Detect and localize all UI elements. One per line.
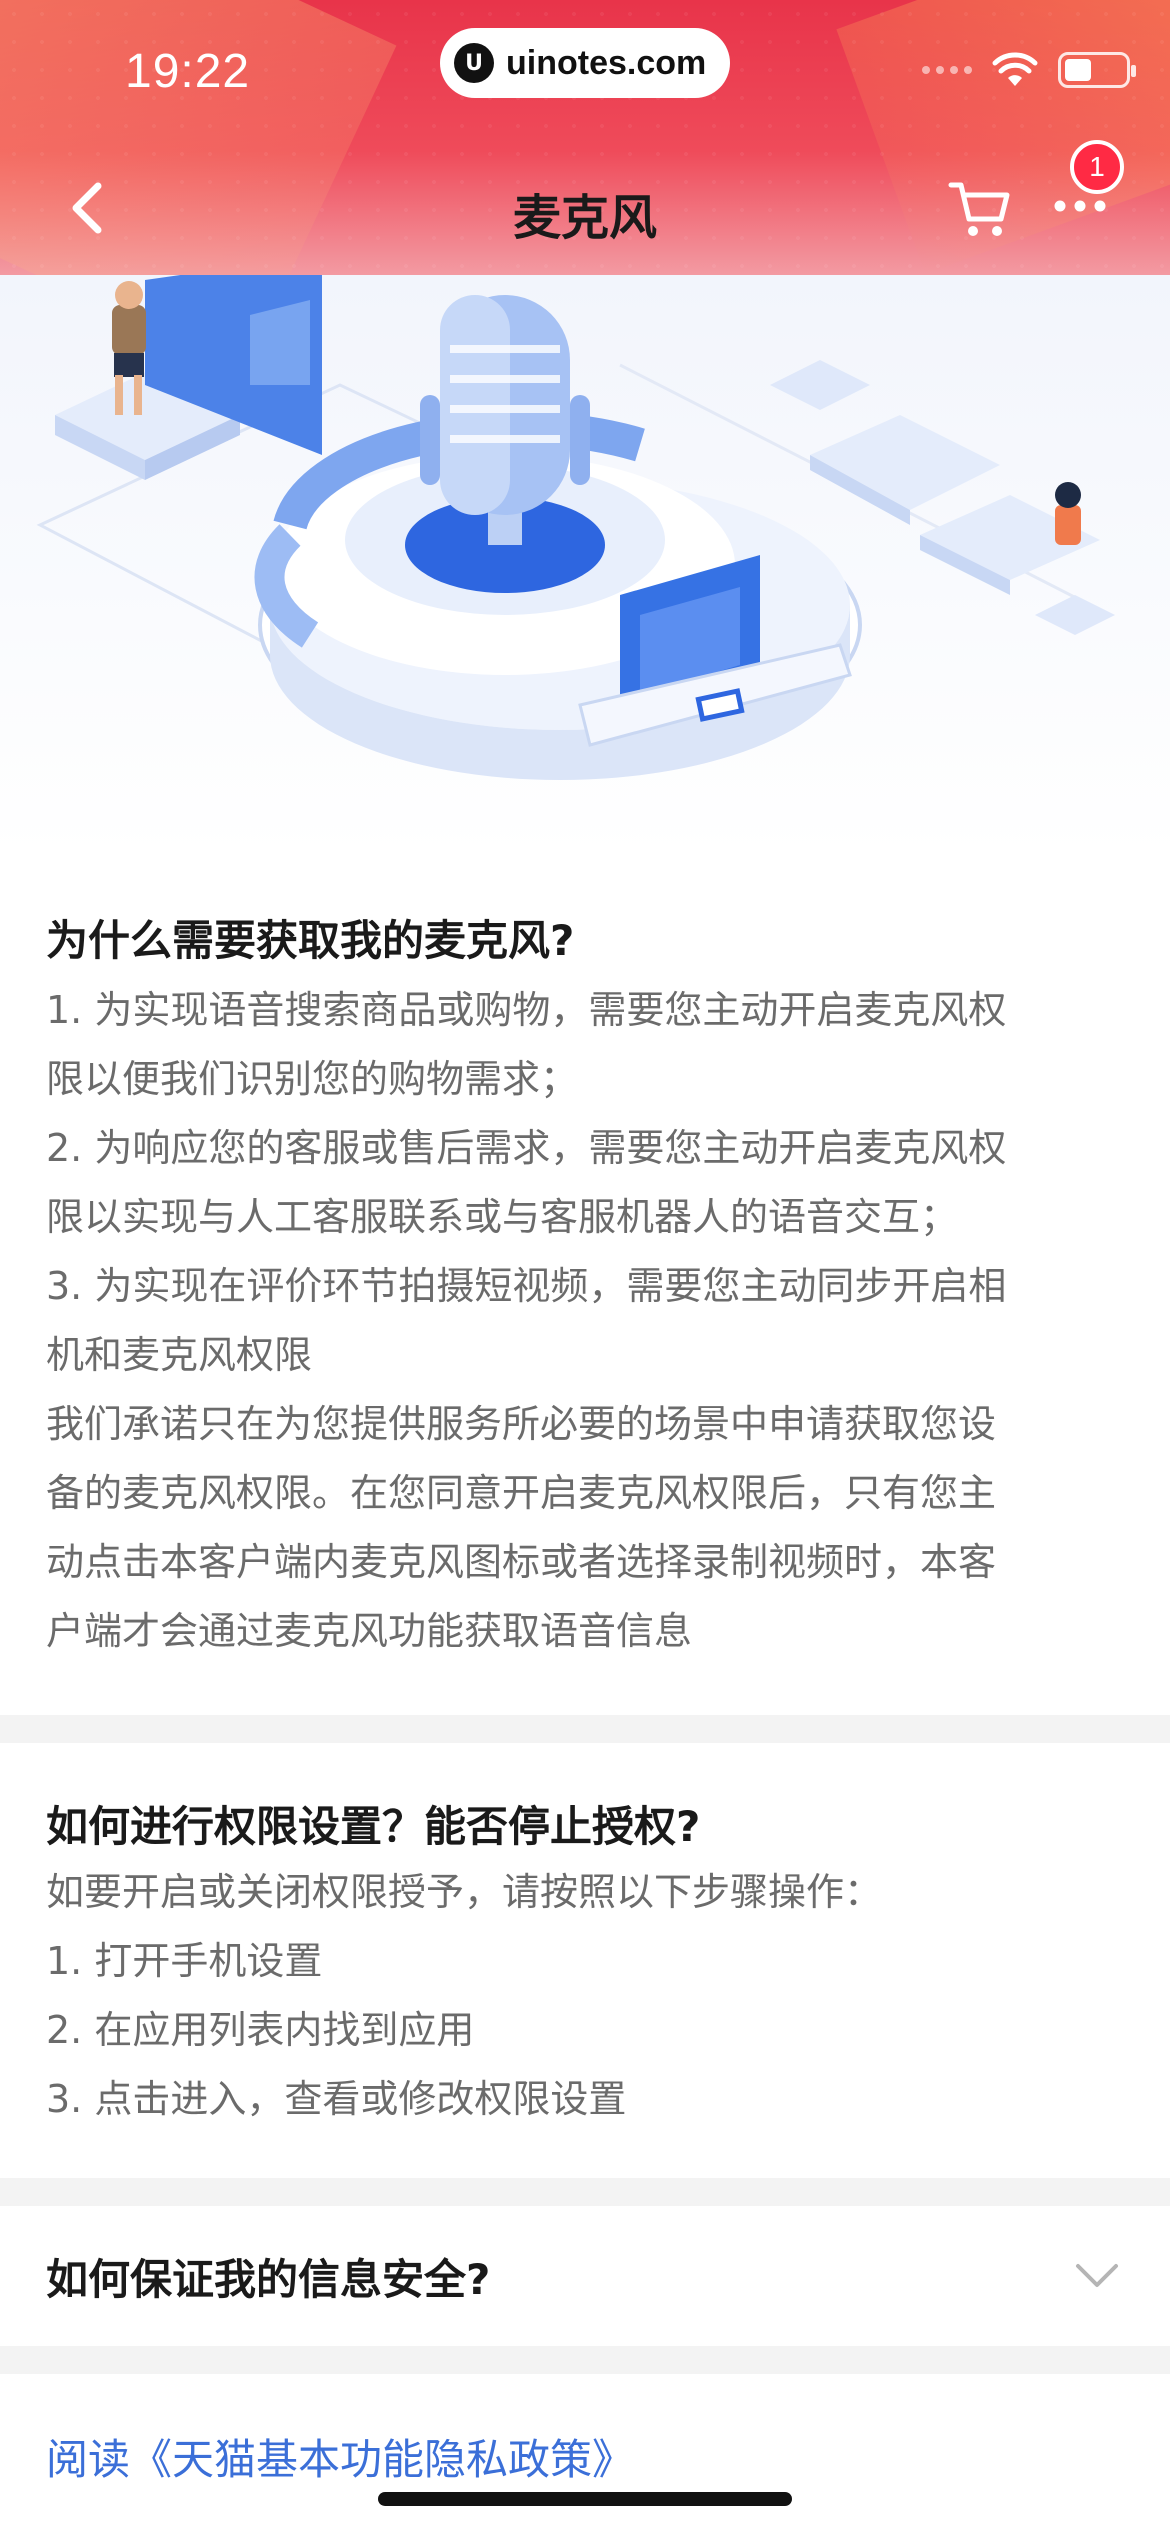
- signal-icon: [922, 66, 972, 74]
- body-line: 3. 点击进入，查看或修改权限设置: [46, 2077, 627, 2121]
- body-line: 1. 打开手机设置: [46, 1939, 323, 1983]
- body-line: 3. 为实现在评价环节拍摄短视频，需要您主动同步开启相: [46, 1264, 1007, 1308]
- body-line: 我们承诺只在为您提供服务所必要的场景中申请获取您设: [46, 1402, 997, 1446]
- body-line: 机和麦克风权限: [46, 1333, 313, 1377]
- privacy-policy-link[interactable]: 阅读《天猫基本功能隐私政策》: [46, 2426, 634, 2487]
- cart-icon[interactable]: [945, 173, 1015, 243]
- section-title: 如何进行权限设置？能否停止授权?: [46, 1802, 701, 1851]
- wifi-icon: [992, 52, 1038, 86]
- body-line: 动点击本客户端内麦克风图标或者选择录制视频时，本客: [46, 1540, 997, 1584]
- permission-settings-section: 如何进行权限设置？能否停止授权? 如要开启或关闭权限授予，请按照以下步骤操作： …: [0, 1743, 1170, 2178]
- section-title: 为什么需要获取我的麦克风?: [46, 916, 575, 965]
- body-line: 如要开启或关闭权限授予，请按照以下步骤操作：: [46, 1870, 883, 1914]
- section-body: 如要开启或关闭权限授予，请按照以下步骤操作： 1. 打开手机设置 2. 在应用列…: [0, 1858, 1170, 2134]
- url-pill[interactable]: U uinotes.com: [440, 28, 730, 98]
- body-line: 备的麦克风权限。在您同意开启麦克风权限后，只有您主: [46, 1471, 997, 1515]
- header-bar: 19:22 U uinotes.com 麦克风 1: [0, 0, 1170, 275]
- body-line: 2. 在应用列表内找到应用: [46, 2008, 475, 2052]
- section-divider: [0, 1715, 1170, 1743]
- home-indicator[interactable]: [378, 2492, 792, 2506]
- info-security-section[interactable]: 如何保证我的信息安全?: [0, 2206, 1170, 2346]
- url-text: uinotes.com: [506, 43, 707, 82]
- section-divider: [0, 2178, 1170, 2206]
- site-logo-icon: U: [454, 43, 494, 83]
- section-divider: [0, 2346, 1170, 2374]
- battery-icon: [1058, 52, 1136, 88]
- why-microphone-section: 为什么需要获取我的麦克风? 1. 为实现语音搜索商品或购物，需要您主动开启麦克风…: [0, 855, 1170, 1715]
- section-body: 1. 为实现语音搜索商品或购物，需要您主动开启麦克风权 限以便我们识别您的购物需…: [0, 976, 1170, 1666]
- microphone-illustration: [0, 275, 1170, 855]
- chevron-down-icon[interactable]: [1072, 2256, 1122, 2296]
- section-title: 如何保证我的信息安全?: [46, 2255, 491, 2304]
- status-icons: [922, 52, 1136, 88]
- status-time: 19:22: [125, 45, 251, 98]
- body-line: 户端才会通过麦克风功能获取语音信息: [46, 1609, 693, 1653]
- notification-badge: 1: [1070, 140, 1124, 194]
- footer-section: 阅读《天猫基本功能隐私政策》: [0, 2374, 1170, 2532]
- body-line: 1. 为实现语音搜索商品或购物，需要您主动开启麦克风权: [46, 988, 1007, 1032]
- body-line: 限以便我们识别您的购物需求；: [46, 1057, 579, 1101]
- body-line: 限以实现与人工客服联系或与客服机器人的语音交互；: [46, 1195, 959, 1239]
- illustration-graphic: [36, 275, 1115, 780]
- body-line: 2. 为响应您的客服或售后需求，需要您主动开启麦克风权: [46, 1126, 1007, 1170]
